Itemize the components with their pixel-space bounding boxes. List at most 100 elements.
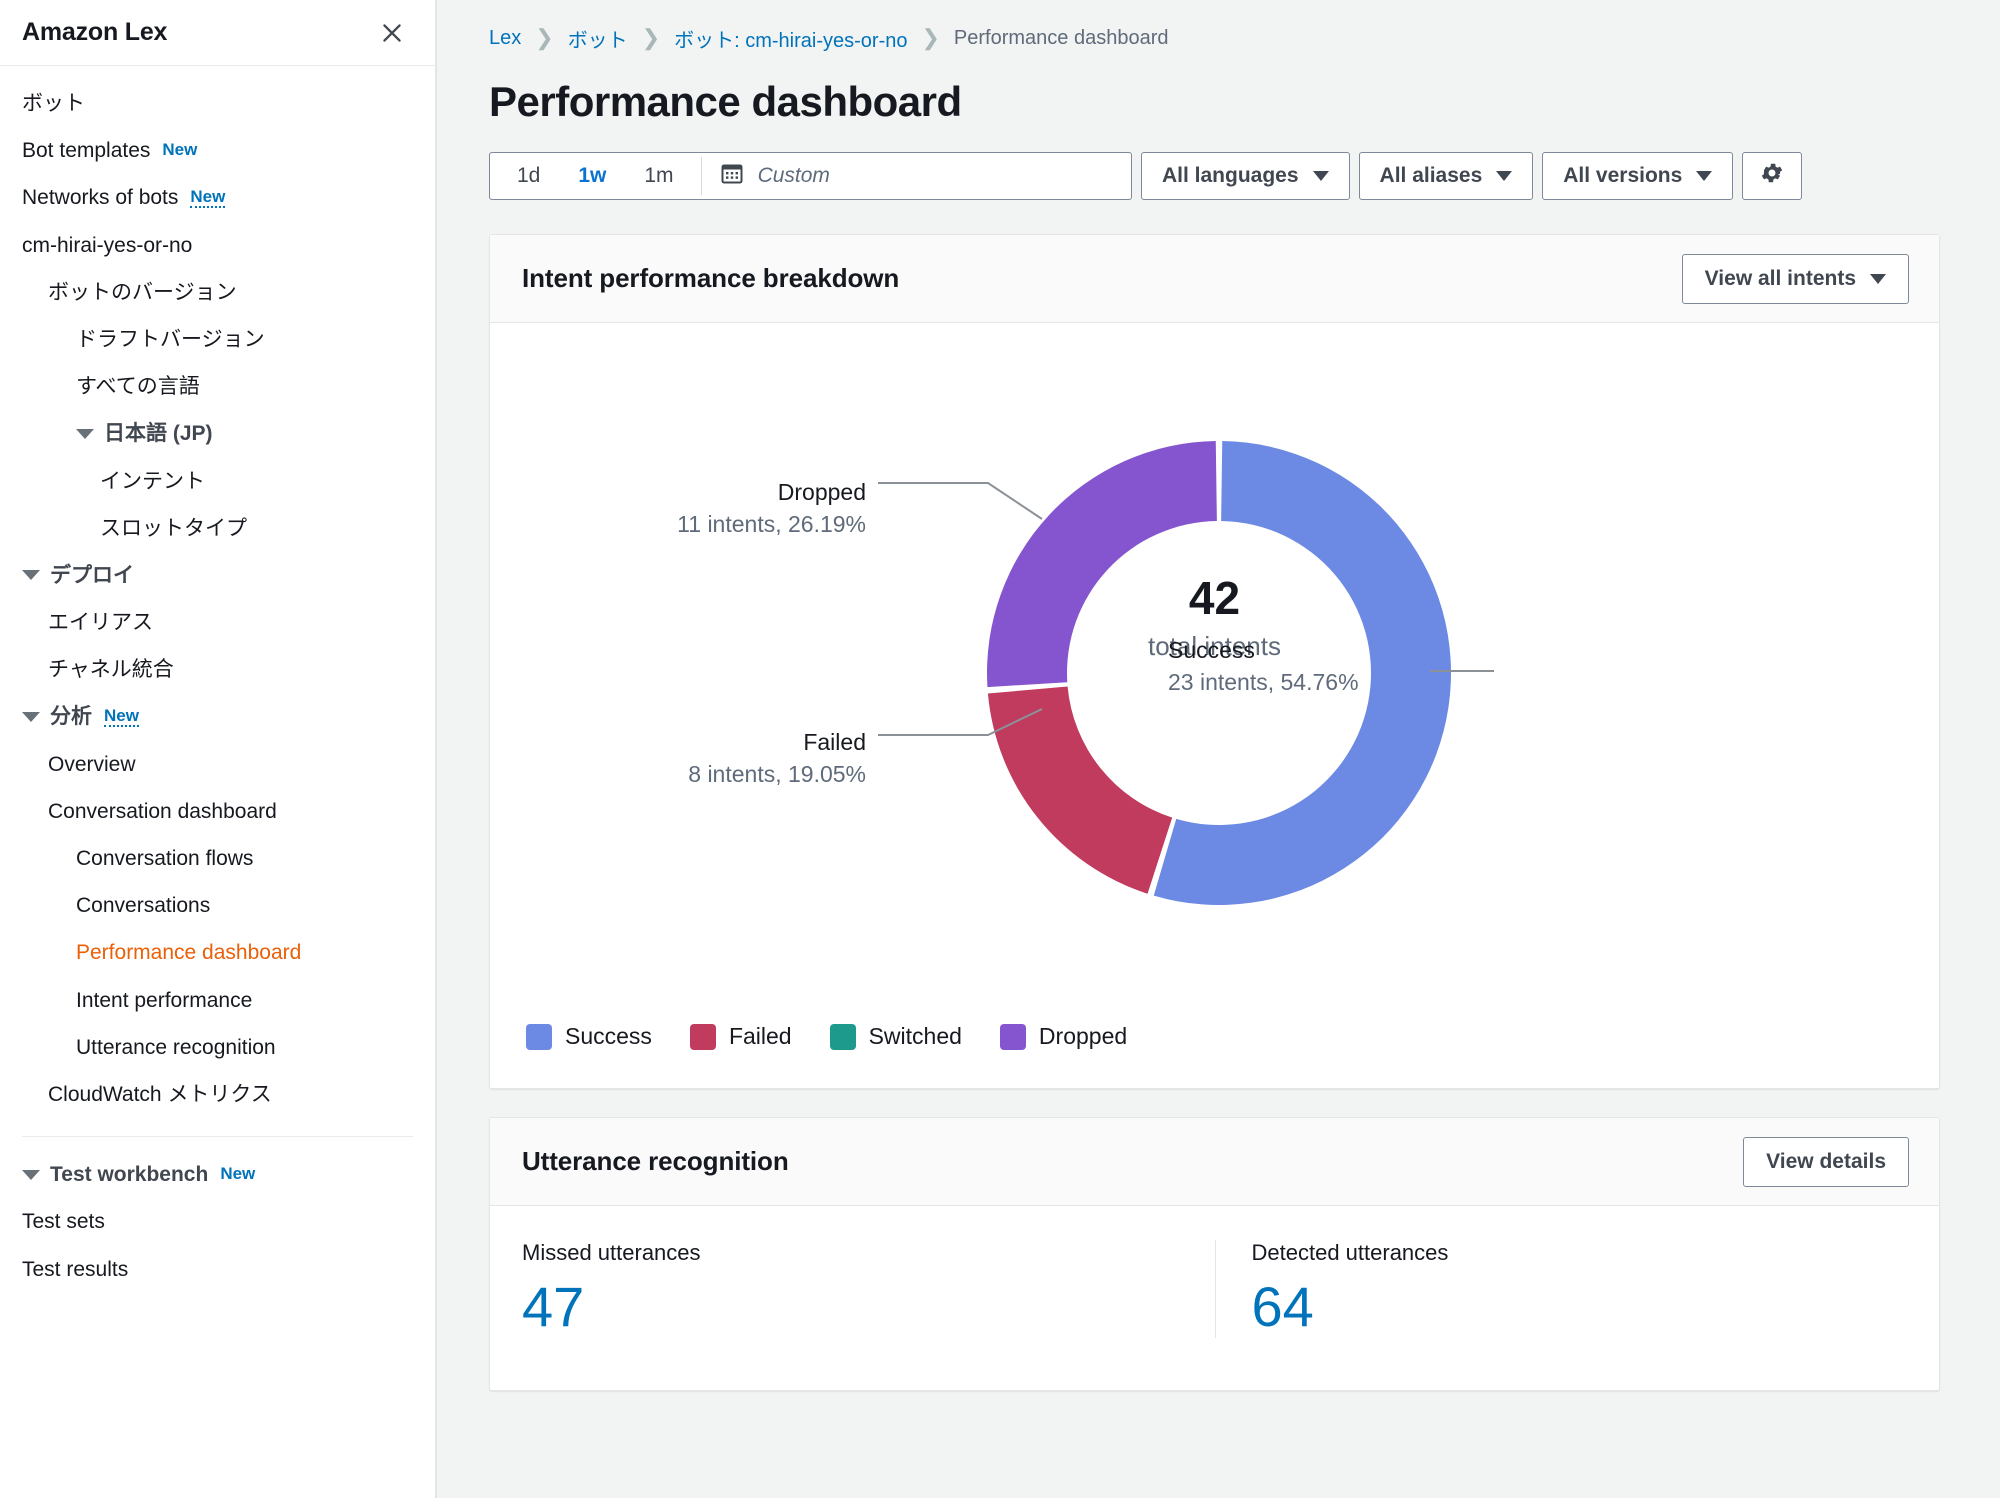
sidebar-item-label: Utterance recognition [76, 1035, 276, 1059]
view-details-button[interactable]: View details [1743, 1136, 1909, 1187]
date-range-group: 1d 1w 1m Custom [489, 152, 1132, 200]
sidebar-item-14[interactable]: Overview [0, 741, 435, 788]
legend-label: Success [565, 1023, 652, 1049]
sidebar-item-17[interactable]: Conversations [0, 882, 435, 929]
sidebar-item-8[interactable]: インテント [0, 458, 435, 505]
close-icon[interactable] [375, 16, 409, 50]
sidebar-item-label: Bot templates [22, 139, 151, 163]
sidebar-item-6[interactable]: すべての言語 [0, 363, 435, 410]
callout-dropped-detail: 11 intents, 26.19% [677, 511, 866, 537]
settings-button[interactable] [1742, 152, 1803, 200]
sidebar-item-0[interactable]: ボット [0, 80, 435, 127]
nav-divider [22, 1136, 413, 1138]
sidebar-item-7[interactable]: 日本語 (JP) [0, 410, 435, 457]
chevron-down-icon[interactable] [22, 1169, 40, 1180]
sidebar-item-label: エイリアス [48, 611, 153, 635]
new-badge: New [162, 140, 198, 160]
breadcrumb-separator: ❯ [641, 25, 661, 50]
breadcrumb-separator: ❯ [921, 25, 940, 50]
sidebar-item-23[interactable]: Test sets [0, 1198, 435, 1245]
language-filter-button[interactable]: All languages [1141, 152, 1350, 200]
legend-swatch-icon [829, 1023, 856, 1050]
sidebar-item-label: チャネル統合 [48, 658, 174, 682]
sidebar-item-label: すべての言語 [76, 375, 200, 399]
breadcrumb-item-3: Performance dashboard [953, 26, 1169, 49]
legend-swatch-icon [689, 1023, 716, 1050]
legend-label: Failed [728, 1023, 792, 1049]
metric-detected-utterances: Detected utterances 64 [1214, 1240, 1940, 1338]
sidebar-item-21[interactable]: CloudWatch メトリクス [0, 1071, 435, 1118]
sidebar-item-1[interactable]: Bot templates New [0, 127, 435, 174]
sidebar-item-18[interactable]: Performance dashboard [0, 929, 435, 976]
sidebar-item-4[interactable]: ボットのバージョン [0, 269, 435, 316]
chevron-down-icon [1496, 171, 1513, 181]
intent-performance-card: Intent performance breakdown View all in… [489, 234, 1940, 1089]
sidebar-item-label: Test sets [22, 1210, 105, 1234]
sidebar-item-2[interactable]: Networks of bots New [0, 174, 435, 221]
utterance-metrics: Missed utterances 47 Detected utterances… [490, 1206, 1939, 1390]
sidebar-item-11[interactable]: エイリアス [0, 599, 435, 646]
main-content: Lex ❯ ボット ❯ ボット: cm-hirai-yes-or-no ❯ Performa… [437, 0, 2000, 1498]
legend-item-failed[interactable]: Failed [689, 1023, 792, 1050]
sidebar-item-22[interactable]: Test workbench New [0, 1151, 435, 1198]
donut-segment-failed[interactable] [987, 686, 1173, 894]
callout-dropped-name: Dropped [777, 479, 866, 505]
sidebar-item-9[interactable]: スロットタイプ [0, 505, 435, 552]
callout-failed-name: Failed [803, 729, 866, 755]
sidebar-item-label: Networks of bots [22, 186, 179, 210]
alias-filter-label: All aliases [1379, 164, 1483, 187]
chevron-down-icon[interactable] [22, 570, 40, 581]
sidebar-item-12[interactable]: チャネル統合 [0, 646, 435, 693]
utterance-card-title: Utterance recognition [522, 1146, 789, 1176]
sidebar-item-24[interactable]: Test results [0, 1246, 435, 1293]
sidebar-item-20[interactable]: Utterance recognition [0, 1024, 435, 1071]
breadcrumb-item-1[interactable]: ボット [568, 24, 628, 53]
breadcrumb-item-0[interactable]: Lex [489, 27, 521, 50]
sidebar-item-label: Conversation dashboard [48, 799, 277, 823]
range-1w[interactable]: 1w [559, 153, 625, 199]
view-details-label: View details [1766, 1149, 1886, 1173]
intent-card-title: Intent performance breakdown [522, 263, 900, 293]
chevron-down-icon[interactable] [76, 428, 94, 439]
view-all-intents-button[interactable]: View all intents [1681, 253, 1909, 304]
sidebar-item-15[interactable]: Conversation dashboard [0, 788, 435, 835]
breadcrumb-item-2[interactable]: ボット: cm-hirai-yes-or-no [674, 24, 907, 53]
intent-card-body: 42 total intents Dropped 11 intents, 26.… [490, 323, 1939, 1088]
range-1m[interactable]: 1m [625, 153, 692, 199]
sidebar-item-16[interactable]: Conversation flows [0, 835, 435, 882]
sidebar-item-10[interactable]: デプロイ [0, 552, 435, 599]
gear-icon [1759, 160, 1785, 192]
custom-date-input[interactable]: Custom [702, 153, 1131, 199]
new-badge: New [220, 1164, 256, 1184]
metric-value[interactable]: 64 [1252, 1276, 1940, 1338]
sidebar-item-label: スロットタイプ [100, 516, 247, 540]
alias-filter-button[interactable]: All aliases [1358, 152, 1534, 200]
donut-center-value: 42 [1188, 572, 1241, 624]
sidebar-item-13[interactable]: 分析 New [0, 693, 435, 740]
sidebar-item-3[interactable]: cm-hirai-yes-or-no [0, 222, 435, 269]
filters-toolbar: 1d 1w 1m Custom All languages All aliase… [489, 152, 1940, 200]
callout-success-detail: 23 intents, 54.76% [1168, 669, 1359, 695]
metric-missed-utterances: Missed utterances 47 [490, 1240, 1215, 1338]
sidebar: Amazon Lex ボット Bot templates New Networks o… [0, 0, 437, 1498]
sidebar-nav: ボット Bot templates New Networks of bots New cm… [0, 66, 435, 1293]
calendar-icon [720, 162, 744, 191]
sidebar-item-label: Conversations [76, 894, 211, 918]
sidebar-header: Amazon Lex [0, 0, 435, 66]
legend-label: Switched [868, 1023, 962, 1049]
metric-label: Detected utterances [1251, 1240, 1449, 1265]
sidebar-item-5[interactable]: ドラフトバージョン [0, 316, 435, 363]
version-filter-button[interactable]: All versions [1542, 152, 1734, 200]
metric-value[interactable]: 47 [522, 1276, 1215, 1338]
utterance-recognition-card: Utterance recognition View details Misse… [489, 1117, 1940, 1391]
legend-item-success[interactable]: Success [526, 1023, 652, 1050]
range-1d[interactable]: 1d [498, 153, 559, 199]
legend-item-dropped[interactable]: Dropped [999, 1023, 1127, 1050]
legend-item-switched[interactable]: Switched [829, 1023, 962, 1050]
sidebar-item-label: 分析 [50, 705, 92, 729]
chevron-down-icon[interactable] [22, 712, 40, 723]
callout-failed-detail: 8 intents, 19.05% [688, 761, 866, 787]
sidebar-item-19[interactable]: Intent performance [0, 977, 435, 1024]
sidebar-item-label: ボットのバージョン [48, 280, 237, 304]
view-all-intents-label: View all intents [1704, 266, 1856, 290]
